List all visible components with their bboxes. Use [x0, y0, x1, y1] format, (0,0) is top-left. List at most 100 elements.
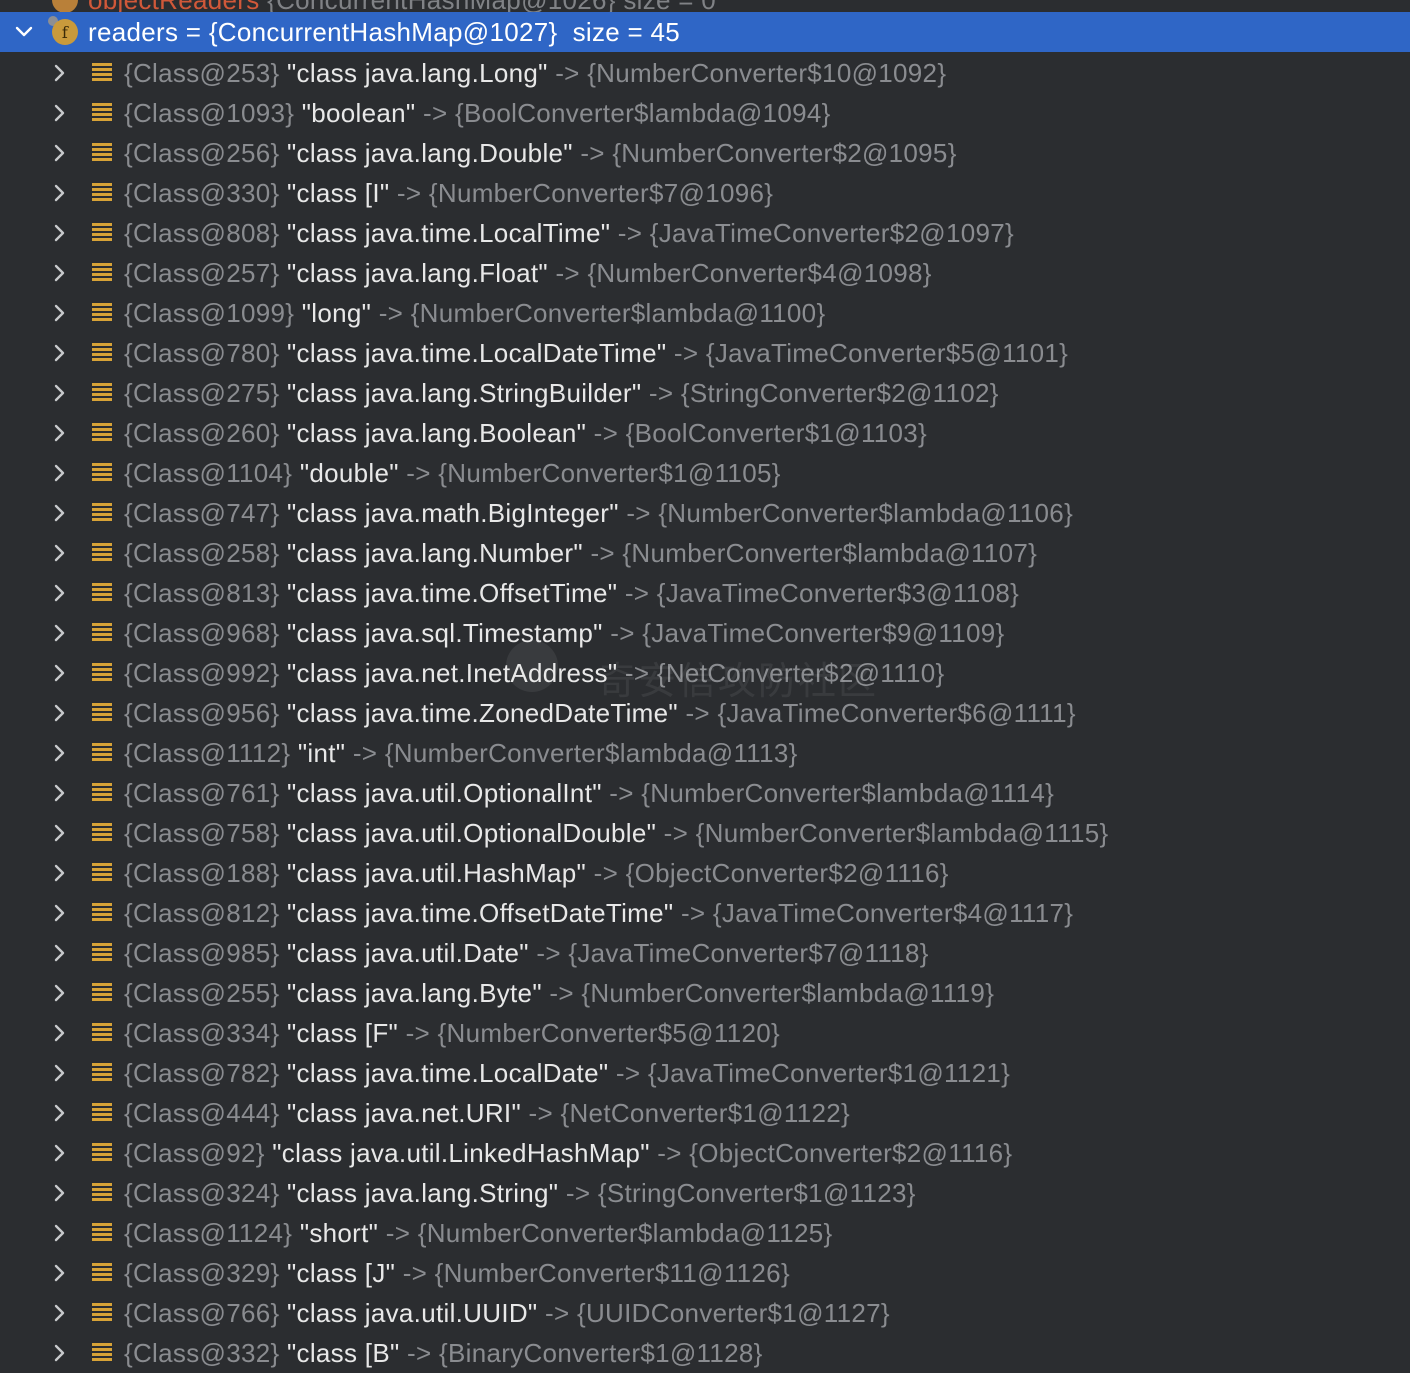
map-entry-icon	[92, 143, 112, 163]
map-entry-row[interactable]: {Class@812} "class java.time.OffsetDateT…	[0, 893, 1410, 933]
chevron-right-icon[interactable]	[50, 303, 70, 323]
map-entry-row[interactable]: {Class@92} "class java.util.LinkedHashMa…	[0, 1133, 1410, 1173]
chevron-right-icon[interactable]	[50, 383, 70, 403]
entry-key: {Class@1093}	[124, 97, 295, 128]
map-entry-row[interactable]: {Class@758} "class java.util.OptionalDou…	[0, 813, 1410, 853]
entry-value: {NumberConverter$2@1095}	[612, 137, 957, 168]
map-entry-icon	[92, 1263, 112, 1283]
chevron-right-icon[interactable]	[50, 623, 70, 643]
entry-key: {Class@256}	[124, 137, 280, 168]
map-entry-text: {Class@985} "class java.util.Date" -> {J…	[124, 938, 929, 969]
chevron-right-icon[interactable]	[50, 783, 70, 803]
map-entry-row[interactable]: {Class@324} "class java.lang.String" -> …	[0, 1173, 1410, 1213]
map-entry-row[interactable]: {Class@444} "class java.net.URI" -> {Net…	[0, 1093, 1410, 1133]
entry-string: "class java.lang.StringBuilder"	[287, 377, 642, 408]
map-entry-row[interactable]: {Class@813} "class java.time.OffsetTime"…	[0, 573, 1410, 613]
map-entry-row[interactable]: {Class@260} "class java.lang.Boolean" ->…	[0, 413, 1410, 453]
map-entry-text: {Class@444} "class java.net.URI" -> {Net…	[124, 1098, 850, 1129]
map-entry-row[interactable]: {Class@808} "class java.time.LocalTime" …	[0, 213, 1410, 253]
map-entry-text: {Class@808} "class java.time.LocalTime" …	[124, 218, 1014, 249]
entry-arrow: ->	[673, 337, 699, 368]
chevron-right-icon[interactable]	[50, 1223, 70, 1243]
chevron-right-icon[interactable]	[50, 1303, 70, 1323]
entry-string: "class java.util.OptionalDouble"	[287, 817, 657, 848]
chevron-right-icon[interactable]	[50, 1143, 70, 1163]
map-entry-text: {Class@1124} "short" -> {NumberConverter…	[124, 1218, 832, 1249]
entry-arrow: ->	[617, 217, 643, 248]
chevron-right-icon[interactable]	[50, 143, 70, 163]
chevron-right-icon[interactable]	[50, 423, 70, 443]
map-entry-row[interactable]: {Class@188} "class java.util.HashMap" ->…	[0, 853, 1410, 893]
chevron-right-icon[interactable]	[50, 663, 70, 683]
chevron-right-icon[interactable]	[50, 743, 70, 763]
map-entry-row[interactable]: {Class@255} "class java.lang.Byte" -> {N…	[0, 973, 1410, 1013]
chevron-right-icon[interactable]	[50, 983, 70, 1003]
chevron-right-icon[interactable]	[50, 1103, 70, 1123]
map-entry-row[interactable]: {Class@275} "class java.lang.StringBuild…	[0, 373, 1410, 413]
entry-key: {Class@812}	[124, 897, 280, 928]
entry-key: {Class@1112}	[124, 737, 291, 768]
map-entry-icon	[92, 423, 112, 443]
map-entry-text: {Class@260} "class java.lang.Boolean" ->…	[124, 418, 927, 449]
chevron-right-icon[interactable]	[50, 63, 70, 83]
map-entry-row[interactable]: {Class@1124} "short" -> {NumberConverter…	[0, 1213, 1410, 1253]
chevron-right-icon[interactable]	[50, 823, 70, 843]
map-entry-row[interactable]: {Class@258} "class java.lang.Number" -> …	[0, 533, 1410, 573]
chevron-right-icon[interactable]	[50, 223, 70, 243]
map-entry-row[interactable]: {Class@1099} "long" -> {NumberConverter$…	[0, 293, 1410, 333]
entry-key: {Class@766}	[124, 1297, 280, 1328]
map-entry-row[interactable]: {Class@253} "class java.lang.Long" -> {N…	[0, 53, 1410, 93]
entry-arrow: ->	[544, 1297, 570, 1328]
entry-string: "class java.lang.Byte"	[287, 977, 542, 1008]
map-entry-row[interactable]: {Class@332} "class [B" -> {BinaryConvert…	[0, 1333, 1410, 1373]
chevron-right-icon[interactable]	[50, 343, 70, 363]
chevron-right-icon[interactable]	[50, 543, 70, 563]
map-entry-row[interactable]: {Class@956} "class java.time.ZonedDateTi…	[0, 693, 1410, 733]
map-entry-icon	[92, 783, 112, 803]
map-entry-row[interactable]: {Class@985} "class java.util.Date" -> {J…	[0, 933, 1410, 973]
chevron-right-icon[interactable]	[50, 703, 70, 723]
entry-arrow: ->	[549, 977, 574, 1008]
chevron-right-icon[interactable]	[50, 103, 70, 123]
map-entry-row[interactable]: {Class@747} "class java.math.BigInteger"…	[0, 493, 1410, 533]
map-entry-row[interactable]: {Class@1093} "boolean" -> {BoolConverter…	[0, 93, 1410, 133]
entry-key: {Class@1124}	[124, 1217, 293, 1248]
entry-value: {JavaTimeConverter$6@1111}	[717, 697, 1076, 728]
tree-row-readers[interactable]: f readers = {ConcurrentHashMap@1027} siz…	[0, 12, 1410, 52]
map-entry-row[interactable]: {Class@780} "class java.time.LocalDateTi…	[0, 333, 1410, 373]
map-entry-text: {Class@258} "class java.lang.Number" -> …	[124, 538, 1037, 569]
chevron-right-icon[interactable]	[50, 583, 70, 603]
entry-value: {JavaTimeConverter$1@1121}	[647, 1057, 1011, 1088]
entry-arrow: ->	[385, 1217, 411, 1248]
map-entry-row[interactable]: {Class@761} "class java.util.OptionalInt…	[0, 773, 1410, 813]
chevron-right-icon[interactable]	[50, 263, 70, 283]
map-entry-row[interactable]: {Class@257} "class java.lang.Float" -> {…	[0, 253, 1410, 293]
entry-key: {Class@330}	[124, 177, 280, 208]
entry-value: {NumberConverter$1@1105}	[438, 457, 781, 488]
map-entry-row[interactable]: {Class@1104} "double" -> {NumberConverte…	[0, 453, 1410, 493]
map-entry-row[interactable]: {Class@330} "class [I" -> {NumberConvert…	[0, 173, 1410, 213]
entry-string: "class java.net.InetAddress"	[287, 657, 618, 688]
chevron-right-icon[interactable]	[50, 903, 70, 923]
entry-arrow: ->	[396, 177, 422, 208]
map-entry-row[interactable]: {Class@329} "class [J" -> {NumberConvert…	[0, 1253, 1410, 1293]
chevron-right-icon[interactable]	[50, 503, 70, 523]
chevron-right-icon[interactable]	[50, 1263, 70, 1283]
map-entry-row[interactable]: {Class@1112} "int" -> {NumberConverter$l…	[0, 733, 1410, 773]
chevron-right-icon[interactable]	[50, 1183, 70, 1203]
chevron-right-icon[interactable]	[50, 1023, 70, 1043]
chevron-down-icon[interactable]	[14, 22, 34, 42]
map-entry-row[interactable]: {Class@992} "class java.net.InetAddress"…	[0, 653, 1410, 693]
map-entry-row[interactable]: {Class@256} "class java.lang.Double" -> …	[0, 133, 1410, 173]
map-entry-row[interactable]: {Class@968} "class java.sql.Timestamp" -…	[0, 613, 1410, 653]
chevron-right-icon[interactable]	[50, 943, 70, 963]
map-entry-row[interactable]: {Class@334} "class [F" -> {NumberConvert…	[0, 1013, 1410, 1053]
entry-value: {NumberConverter$11@1126}	[434, 1257, 790, 1288]
map-entry-row[interactable]: {Class@766} "class java.util.UUID" -> {U…	[0, 1293, 1410, 1333]
chevron-right-icon[interactable]	[50, 463, 70, 483]
chevron-right-icon[interactable]	[50, 863, 70, 883]
chevron-right-icon[interactable]	[50, 1343, 70, 1363]
chevron-right-icon[interactable]	[50, 183, 70, 203]
map-entry-row[interactable]: {Class@782} "class java.time.LocalDate" …	[0, 1053, 1410, 1093]
chevron-right-icon[interactable]	[50, 1063, 70, 1083]
